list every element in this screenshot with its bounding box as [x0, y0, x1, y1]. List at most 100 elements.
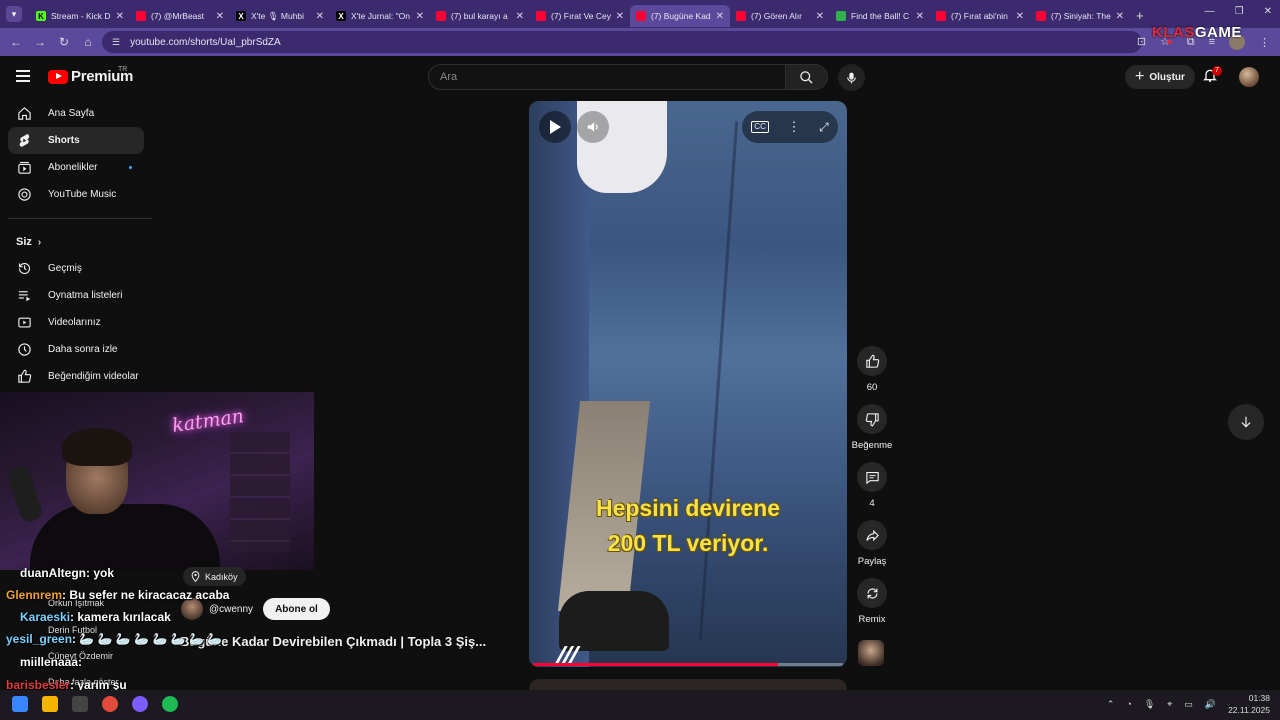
progress-fill [533, 663, 778, 666]
next-short-button[interactable] [1228, 404, 1264, 440]
maximize-icon[interactable]: ❐ [1235, 6, 1244, 17]
comments-action[interactable]: 4 [850, 462, 894, 509]
sidebar-item-home[interactable]: Ana Sayfa [8, 100, 144, 127]
guide-menu-icon[interactable] [16, 70, 30, 85]
home-browser-icon[interactable]: ⌂ [80, 35, 96, 49]
sidebar-item-playlists[interactable]: Oynatma listeleri [8, 282, 144, 309]
search-icon [800, 70, 813, 84]
site-info-icon[interactable]: ☰ [112, 37, 120, 48]
sidebar-item-shorts[interactable]: Shorts [8, 127, 144, 154]
close-tab-icon[interactable]: ✕ [116, 11, 124, 22]
close-tab-icon[interactable]: ✕ [216, 11, 224, 22]
captions-icon[interactable]: CC [751, 121, 769, 133]
browser-tab[interactable]: (7) Fırat Ve Cey ✕ [530, 5, 630, 27]
close-tab-icon[interactable]: ✕ [616, 11, 624, 22]
youtube-icon [436, 11, 446, 21]
voice-search-button[interactable] [838, 64, 865, 91]
create-button[interactable]: + Oluştur [1125, 65, 1195, 89]
playlists-icon [16, 288, 32, 304]
taskbar-clock[interactable]: 01:38 22.11.2025 [1228, 692, 1270, 716]
tray-volume-icon[interactable]: 🔊 [1205, 699, 1216, 710]
browser-tab[interactable]: (7) Siniyah: The ✕ [1030, 5, 1130, 27]
reload-icon[interactable]: ↻ [56, 35, 72, 49]
fullscreen-icon[interactable]: ⤢ [819, 120, 829, 135]
notification-count-badge: 7 [1212, 66, 1222, 76]
browser-tab[interactable]: (7) Fırat abi'nin ✕ [930, 5, 1030, 27]
close-tab-icon[interactable]: ✕ [416, 11, 424, 22]
back-icon[interactable]: ← [8, 35, 24, 49]
chat-username: Karaeski [20, 610, 71, 624]
window-controls: — ❐ ✕ [1205, 6, 1272, 17]
thumbs-up-icon[interactable] [857, 346, 887, 376]
share-action[interactable]: Paylaş [850, 520, 894, 567]
close-tab-icon[interactable]: ✕ [1016, 11, 1024, 22]
like-action[interactable]: 60 [850, 346, 894, 393]
play-icon [550, 120, 561, 134]
close-tab-icon[interactable]: ✕ [816, 11, 824, 22]
sidebar-item-liked[interactable]: Beğendiğim videolar [8, 363, 144, 390]
discord-icon[interactable] [132, 696, 148, 712]
spotify-icon[interactable] [162, 696, 178, 712]
file-explorer-icon[interactable] [42, 696, 58, 712]
sidebar-item-history[interactable]: Geçmiş [8, 255, 144, 282]
more-options-icon[interactable]: ⋮ [787, 119, 800, 135]
browser-tab[interactable]: (7) @MrBeast ✕ [130, 5, 230, 27]
sidebar-item-your-videos[interactable]: Videolarınız [8, 309, 144, 336]
sidebar-item-watch-later[interactable]: Daha sonra izle [8, 336, 144, 363]
search-button[interactable] [786, 64, 828, 90]
close-tab-icon[interactable]: ✕ [1116, 11, 1124, 22]
browser-tab[interactable]: X X'te Jurnal: "On ✕ [330, 5, 430, 27]
url-field[interactable]: ☰ youtube.com/shorts/UaI_pbrSdZA [102, 31, 1142, 53]
close-tab-icon[interactable]: ✕ [316, 11, 324, 22]
sidebar-item-label: Abonelikler [48, 162, 98, 173]
close-tab-icon[interactable]: ✕ [716, 11, 724, 22]
shorts-video-player[interactable]: / / / Hepsini devirene 200 TL veriyor. C… [529, 101, 847, 667]
close-window-icon[interactable]: ✕ [1264, 6, 1272, 17]
channel-thumbnail[interactable] [858, 640, 884, 666]
browser-tab[interactable]: X X'te 🎙 Muhbi ✕ [230, 5, 330, 27]
tray-location-icon[interactable]: ⌖ [1167, 699, 1172, 710]
forward-icon[interactable]: → [32, 35, 48, 49]
new-tab-button[interactable]: + [1136, 8, 1144, 23]
account-avatar[interactable] [1239, 67, 1259, 87]
video-frame-seam [698, 121, 739, 641]
tab-search-button[interactable]: ▾ [6, 6, 22, 22]
dislike-action[interactable]: Beğenme [850, 404, 894, 451]
tab-title: (7) bul karayı a [451, 11, 508, 21]
tray-display-icon[interactable]: ▭ [1184, 699, 1193, 710]
install-app-icon[interactable]: ⊡ [1137, 35, 1146, 48]
thumbs-down-icon[interactable] [857, 404, 887, 434]
search-input[interactable]: Ara [428, 64, 786, 90]
comment-icon[interactable] [857, 462, 887, 492]
location-chip[interactable]: Kadıköy [183, 567, 246, 586]
browser-tab[interactable]: (7) Gören Alır ✕ [730, 5, 830, 27]
close-tab-icon[interactable]: ✕ [916, 11, 924, 22]
tray-mic-icon[interactable]: 🎙 [1144, 699, 1155, 710]
taskbar-app-icon[interactable] [72, 696, 88, 712]
sidebar-item-subscriptions[interactable]: Abonelikler [8, 154, 144, 181]
remix-icon[interactable] [857, 578, 887, 608]
remix-action[interactable]: Remix [850, 578, 894, 625]
browser-tab[interactable]: (7) Bugüne Kad ✕ [630, 5, 730, 27]
tray-chevron-icon[interactable]: ⌃ [1107, 699, 1115, 710]
share-icon[interactable] [857, 520, 887, 550]
minimize-icon[interactable]: — [1205, 6, 1215, 17]
tab-title: (7) Siniyah: The [1051, 11, 1111, 21]
chrome-icon[interactable] [102, 696, 118, 712]
browser-tab[interactable]: (7) bul karayı a ✕ [430, 5, 530, 27]
start-icon[interactable] [12, 696, 28, 712]
sidebar-item-music[interactable]: YouTube Music [8, 181, 144, 208]
volume-button[interactable] [577, 111, 609, 143]
close-tab-icon[interactable]: ✕ [516, 11, 524, 22]
play-button[interactable] [539, 111, 571, 143]
browser-tab[interactable]: Find the Ball! C ✕ [830, 5, 930, 27]
location-label: Kadıköy [205, 571, 238, 582]
short-title[interactable]: Bugüne Kadar Devirebilen Çıkmadı | Topla… [180, 634, 486, 649]
channel-name[interactable]: @cwenny [209, 604, 253, 615]
subscribe-button[interactable]: Abone ol [263, 598, 330, 620]
browser-menu-icon[interactable]: ⋮ [1259, 36, 1270, 49]
you-section-heading[interactable]: Siz › [0, 229, 160, 255]
streamer-webcam-overlay: katman [0, 392, 314, 570]
tray-app-icon[interactable]: ◔ [1126, 699, 1131, 709]
browser-tab[interactable]: K Stream - Kick D ✕ [30, 5, 130, 27]
